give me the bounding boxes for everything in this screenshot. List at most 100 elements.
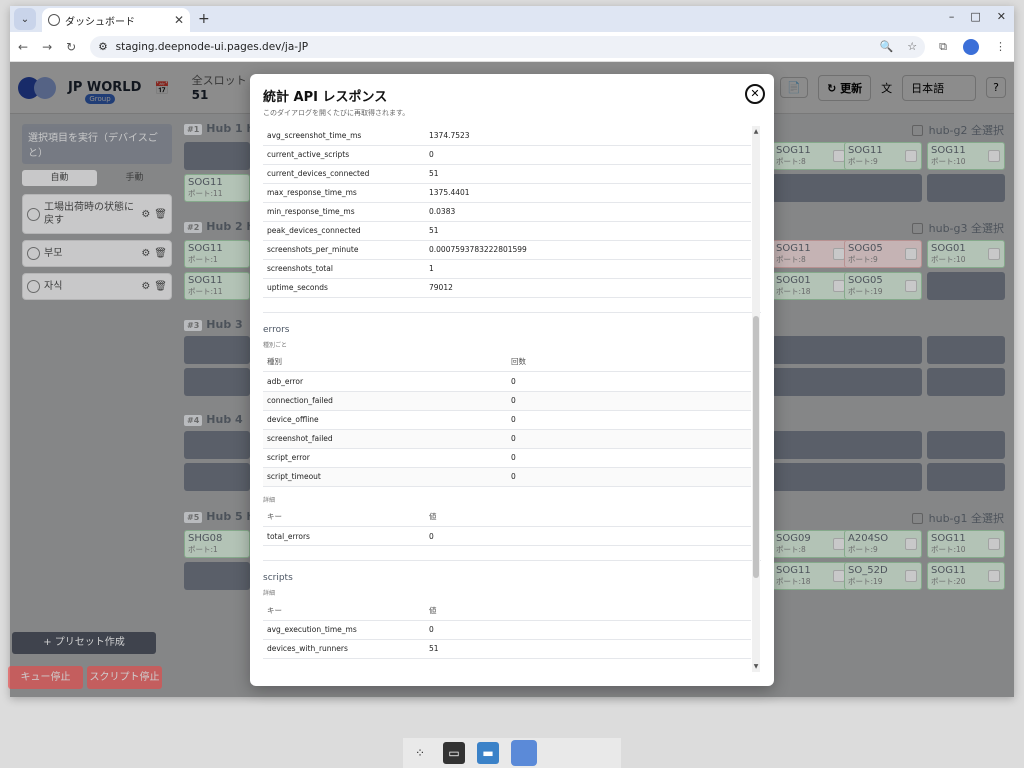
row-key: connection_failed xyxy=(263,391,507,411)
new-tab-button[interactable]: + xyxy=(198,11,210,27)
hub-select-all[interactable]: hub-g3 全選択 xyxy=(911,220,1004,236)
extensions-icon[interactable]: ⧉ xyxy=(939,40,947,54)
checkbox-icon[interactable] xyxy=(905,280,917,292)
checkbox-icon[interactable] xyxy=(988,538,1000,550)
zoom-icon[interactable]: 🔍 xyxy=(880,40,894,53)
device-slot-empty[interactable] xyxy=(184,463,250,491)
device-slot-empty[interactable] xyxy=(844,174,922,202)
device-slot-empty[interactable] xyxy=(184,431,250,459)
minimize-button[interactable]: – xyxy=(949,10,955,23)
table-row: connection_failed 0 xyxy=(263,391,751,411)
url-field[interactable]: ⚙ staging.deepnode-ui.pages.dev/ja-JP 🔍 … xyxy=(90,35,926,58)
device-slot-empty[interactable] xyxy=(927,368,1005,396)
dialog-scroll-area[interactable]: avg_screenshot_time_ms 1374.7523 current_a… xyxy=(263,126,761,672)
device-slot-empty[interactable] xyxy=(772,174,850,202)
dialog-scrollbar[interactable]: ▲ ▼ xyxy=(752,126,760,672)
scroll-down-arrow-icon[interactable]: ▼ xyxy=(752,663,760,670)
device-slot-empty[interactable] xyxy=(927,463,1005,491)
device-slot-empty[interactable] xyxy=(184,368,250,396)
row-value: 51 xyxy=(425,221,751,241)
checkbox-icon[interactable] xyxy=(905,570,917,582)
device-slot-empty[interactable] xyxy=(844,336,922,364)
device-slot-empty[interactable] xyxy=(772,463,850,491)
hub-select-all[interactable]: hub-g2 全選択 xyxy=(911,122,1004,138)
site-info-icon[interactable]: ⚙ xyxy=(98,41,107,53)
device-slot-empty[interactable] xyxy=(927,336,1005,364)
checkbox-icon[interactable] xyxy=(988,570,1000,582)
table-row: max_response_time_ms 1375.4401 xyxy=(263,183,751,203)
device-slot-empty[interactable] xyxy=(844,463,922,491)
device-slot[interactable]: A204SO ポート:9 xyxy=(844,530,922,558)
device-port: ポート:1 xyxy=(188,545,218,554)
device-slot[interactable]: SOG11 ポート:18 xyxy=(772,562,850,590)
scrollbar-thumb[interactable] xyxy=(753,316,759,578)
browser-icon[interactable] xyxy=(511,740,537,766)
device-slot-empty[interactable] xyxy=(772,368,850,396)
hub-select-all[interactable]: hub-g1 全選択 xyxy=(911,510,1004,526)
device-slot[interactable]: SOG01 ポート:10 xyxy=(927,240,1005,268)
section-title: errors xyxy=(263,324,290,335)
device-slot-empty[interactable] xyxy=(844,431,922,459)
close-tab-icon[interactable]: ✕ xyxy=(174,13,184,27)
close-window-button[interactable]: ✕ xyxy=(997,10,1006,23)
table-row: avg_screenshot_time_ms 1374.7523 xyxy=(263,126,751,146)
hub-name: Hub 3 xyxy=(206,318,243,331)
device-port: ポート:11 xyxy=(188,189,223,198)
bookmark-star-icon[interactable]: ☆ xyxy=(907,40,917,53)
device-slot[interactable]: SOG01 ポート:18 xyxy=(772,272,850,300)
files-icon[interactable]: ▬ xyxy=(477,742,499,764)
checkbox-icon[interactable] xyxy=(905,248,917,260)
device-slot-empty[interactable] xyxy=(772,336,850,364)
checkbox-icon[interactable] xyxy=(905,150,917,162)
row-value: 0 xyxy=(507,448,751,468)
device-slot[interactable]: SOG05 ポート:19 xyxy=(844,272,922,300)
terminal-icon[interactable]: ▭ xyxy=(443,742,465,764)
checkbox-icon[interactable] xyxy=(911,124,923,136)
checkbox-icon[interactable] xyxy=(905,538,917,550)
device-slot-empty[interactable] xyxy=(184,562,250,590)
scroll-up-arrow-icon[interactable]: ▲ xyxy=(752,128,760,135)
device-slot[interactable]: SHG08 ポート:1 xyxy=(184,530,250,558)
forward-button[interactable]: → xyxy=(42,40,52,54)
profile-avatar[interactable] xyxy=(963,38,979,55)
hub-number: #1 xyxy=(184,124,203,135)
device-slot[interactable]: SOG11 ポート:8 xyxy=(772,142,850,170)
stop-queue-button[interactable]: キュー停止 xyxy=(8,666,83,689)
device-slot-empty[interactable] xyxy=(184,336,250,364)
device-slot[interactable]: SOG11 ポート:10 xyxy=(927,530,1005,558)
device-slot-empty[interactable] xyxy=(927,272,1005,300)
checkbox-icon[interactable] xyxy=(988,150,1000,162)
row-value: 0 xyxy=(507,391,751,411)
device-slot-empty[interactable] xyxy=(927,174,1005,202)
app-launcher-icon[interactable]: ⁘ xyxy=(409,742,431,764)
tab-search-button[interactable]: ⌄ xyxy=(14,8,36,30)
create-preset-button[interactable]: + プリセット作成 xyxy=(12,632,156,654)
device-name: SOG11 xyxy=(188,177,223,188)
reload-button[interactable]: ↻ xyxy=(66,40,76,54)
device-slot[interactable]: SOG11 ポート:10 xyxy=(927,142,1005,170)
device-slot[interactable]: SOG11 ポート:11 xyxy=(184,174,250,202)
close-dialog-button[interactable]: ✕ xyxy=(745,84,765,104)
back-button[interactable]: ← xyxy=(18,40,28,54)
device-slot-empty[interactable] xyxy=(184,142,250,170)
device-slot[interactable]: SO_52D ポート:19 xyxy=(844,562,922,590)
browser-menu-icon[interactable]: ⋮ xyxy=(995,40,1006,53)
device-slot[interactable]: SOG05 ポート:9 xyxy=(844,240,922,268)
checkbox-icon[interactable] xyxy=(911,222,923,234)
device-slot-empty[interactable] xyxy=(844,368,922,396)
browser-tab[interactable]: ダッシュボード ✕ xyxy=(42,8,190,32)
device-slot-empty[interactable] xyxy=(927,431,1005,459)
checkbox-icon[interactable] xyxy=(988,248,1000,260)
device-slot[interactable]: SOG11 ポート:1 xyxy=(184,240,250,268)
checkbox-icon[interactable] xyxy=(911,512,923,524)
by-type-label: 種別ごと xyxy=(263,341,288,349)
device-slot[interactable]: SOG11 ポート:8 xyxy=(772,240,850,268)
table-row: current_devices_connected 51 xyxy=(263,164,751,184)
device-slot[interactable]: SOG11 ポート:11 xyxy=(184,272,250,300)
device-slot-empty[interactable] xyxy=(772,431,850,459)
device-slot[interactable]: SOG09 ポート:8 xyxy=(772,530,850,558)
device-slot[interactable]: SOG11 ポート:20 xyxy=(927,562,1005,590)
maximize-button[interactable]: □ xyxy=(970,10,980,23)
device-slot[interactable]: SOG11 ポート:9 xyxy=(844,142,922,170)
stop-script-button[interactable]: スクリプト停止 xyxy=(87,666,162,689)
